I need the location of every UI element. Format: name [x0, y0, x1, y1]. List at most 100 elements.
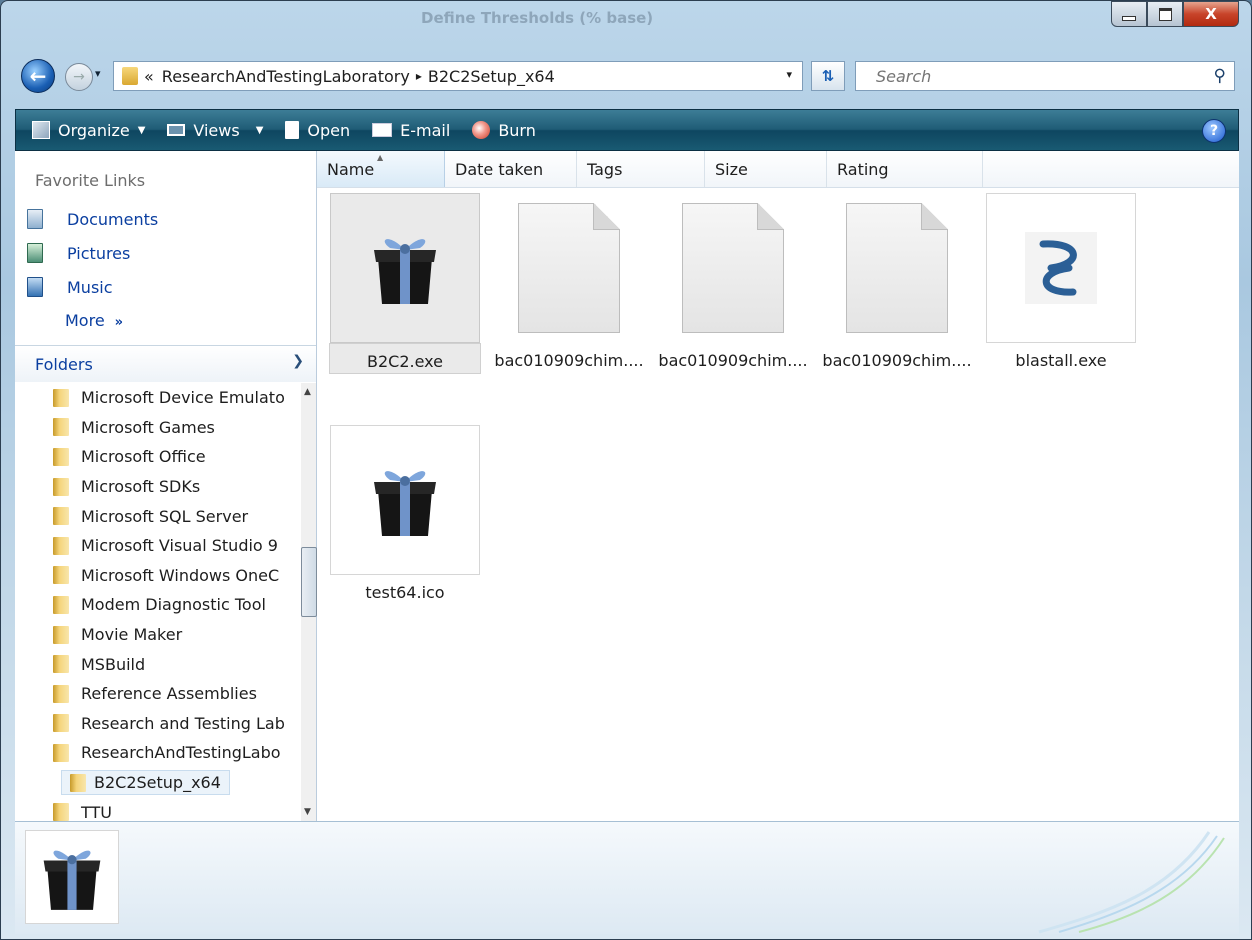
- help-icon: ?: [1209, 123, 1219, 139]
- navigation-pane: Favorite Links Documents Pictures Music …: [15, 151, 317, 821]
- favorite-documents[interactable]: Documents: [27, 209, 158, 229]
- more-links[interactable]: More »: [65, 311, 123, 330]
- refresh-icon: ⇅: [821, 67, 835, 85]
- pictures-icon: [27, 243, 43, 263]
- tree-folder-selected[interactable]: B2C2Setup_x64: [15, 768, 301, 798]
- help-button[interactable]: ?: [1202, 119, 1226, 143]
- tree-folder[interactable]: MSBuild: [15, 649, 301, 679]
- tree-folder-label: B2C2Setup_x64: [94, 773, 221, 793]
- back-button[interactable]: ←: [21, 59, 55, 93]
- navigation-bar: ← → ▾ « ResearchAndTestingLaboratory ▸ B…: [17, 57, 1243, 95]
- forward-arrow-icon: →: [73, 69, 85, 85]
- file-item[interactable]: blastall.exe: [985, 193, 1137, 370]
- column-size[interactable]: Size: [705, 151, 827, 187]
- folder-icon: [53, 536, 69, 555]
- scroll-up-icon[interactable]: ▲: [304, 387, 311, 397]
- column-label: Size: [715, 159, 748, 179]
- favorite-pictures[interactable]: Pictures: [27, 243, 130, 263]
- tree-folder[interactable]: Microsoft Device Emulato: [15, 383, 301, 413]
- tree-folder-label: Microsoft SQL Server: [81, 506, 249, 526]
- chevron-down-icon: ❯: [292, 353, 304, 369]
- file-item[interactable]: B2C2.exe: [329, 193, 481, 374]
- documents-icon: [27, 209, 43, 229]
- breadcrumb-separator-icon[interactable]: ▸: [416, 69, 422, 83]
- recent-pages-dropdown[interactable]: ▾: [95, 67, 101, 80]
- column-name[interactable]: ▲ Name: [317, 151, 445, 187]
- tree-folder[interactable]: TTU: [15, 797, 301, 821]
- column-label: Tags: [587, 159, 623, 179]
- folder-icon: [53, 388, 69, 407]
- breadcrumb-b2c2setup-x64[interactable]: B2C2Setup_x64: [428, 67, 555, 86]
- selection-highlight: B2C2Setup_x64: [61, 770, 230, 796]
- file-thumbnail: [330, 193, 480, 343]
- file-item[interactable]: test64.ico: [329, 425, 481, 602]
- file-name: test64.ico: [365, 583, 445, 602]
- forward-button[interactable]: →: [65, 63, 93, 91]
- favorite-label: Pictures: [67, 243, 131, 263]
- address-bar[interactable]: « ResearchAndTestingLaboratory ▸ B2C2Set…: [113, 61, 803, 91]
- search-icon[interactable]: ⚲: [1214, 66, 1226, 86]
- close-button[interactable]: X: [1183, 1, 1239, 27]
- maximize-button[interactable]: [1147, 1, 1183, 27]
- tree-folder[interactable]: Movie Maker: [15, 620, 301, 650]
- folder-icon: [53, 447, 69, 466]
- tree-folder-label: Research and Testing Lab: [81, 713, 285, 733]
- burn-icon: [472, 121, 491, 139]
- breadcrumb-researchandtestinglaboratory[interactable]: ResearchAndTestingLaboratory: [162, 67, 410, 86]
- tree-folder-label: Microsoft Office: [81, 447, 206, 467]
- open-button[interactable]: Open: [285, 121, 350, 140]
- tree-folder[interactable]: Microsoft Windows OneC: [15, 561, 301, 591]
- file-thumbnail: [330, 425, 480, 575]
- tree-folder[interactable]: Microsoft Office: [15, 442, 301, 472]
- folder-tree-scrollbar[interactable]: ▲ ▼: [301, 383, 317, 821]
- scroll-down-icon[interactable]: ▼: [304, 807, 311, 817]
- file-list-pane: ▲ Name Date taken Tags Size Rating B2C2.…: [317, 151, 1239, 821]
- column-label: Date taken: [455, 159, 544, 179]
- address-dropdown-icon[interactable]: ▾: [786, 68, 792, 81]
- column-rating[interactable]: Rating: [827, 151, 983, 187]
- maximize-icon: [1158, 7, 1172, 21]
- tree-folder-label: Microsoft Windows OneC: [81, 565, 280, 585]
- file-thumbnail: [822, 193, 972, 343]
- search-input[interactable]: [856, 65, 1198, 87]
- file-item[interactable]: bac010909chim....: [493, 193, 645, 370]
- tree-folder-label: ResearchAndTestingLabo: [81, 743, 281, 763]
- file-name: bac010909chim....: [822, 351, 972, 370]
- email-button[interactable]: E-mail: [372, 121, 450, 140]
- column-tags[interactable]: Tags: [577, 151, 705, 187]
- scrollbar-thumb[interactable]: [301, 547, 317, 617]
- burn-button[interactable]: Burn: [472, 121, 536, 140]
- minimize-button[interactable]: [1111, 1, 1147, 27]
- tree-folder[interactable]: Microsoft Visual Studio 9: [15, 531, 301, 561]
- favorite-label: Music: [67, 277, 113, 297]
- file-item[interactable]: bac010909chim....: [821, 193, 973, 370]
- tree-folder-label: Modem Diagnostic Tool: [81, 595, 266, 615]
- views-button[interactable]: Views ▼: [167, 121, 263, 140]
- tree-folder[interactable]: Microsoft Games: [15, 413, 301, 443]
- tree-folder[interactable]: ResearchAndTestingLabo: [15, 738, 301, 768]
- explorer-window: Define Thresholds (% base) X ← → ▾ « Res…: [0, 0, 1252, 940]
- file-name: B2C2.exe: [367, 352, 443, 371]
- folder-icon: [53, 655, 69, 674]
- tree-folder-label: TTU: [81, 802, 112, 821]
- tree-folder[interactable]: Research and Testing Lab: [15, 709, 301, 739]
- tree-folder[interactable]: Modem Diagnostic Tool: [15, 590, 301, 620]
- organize-button[interactable]: Organize ▼: [32, 121, 145, 140]
- column-date-taken[interactable]: Date taken: [445, 151, 577, 187]
- tree-folder[interactable]: Reference Assemblies: [15, 679, 301, 709]
- file-thumbnail: [494, 193, 644, 343]
- close-icon: X: [1205, 5, 1217, 23]
- views-label: Views: [193, 120, 240, 140]
- file-item[interactable]: bac010909chim....: [657, 193, 809, 370]
- breadcrumb-overflow[interactable]: «: [144, 67, 154, 86]
- back-arrow-icon: ←: [29, 64, 47, 88]
- tree-folder[interactable]: Microsoft SDKs: [15, 472, 301, 502]
- favorite-music[interactable]: Music: [27, 277, 113, 297]
- organize-label: Organize: [58, 120, 130, 140]
- refresh-button[interactable]: ⇅: [811, 61, 845, 91]
- folder-icon: [53, 625, 69, 644]
- tree-folder[interactable]: Microsoft SQL Server: [15, 501, 301, 531]
- sort-ascending-icon: ▲: [377, 153, 384, 162]
- folder-icon: [53, 803, 69, 821]
- folders-header[interactable]: Folders ❯: [15, 345, 316, 382]
